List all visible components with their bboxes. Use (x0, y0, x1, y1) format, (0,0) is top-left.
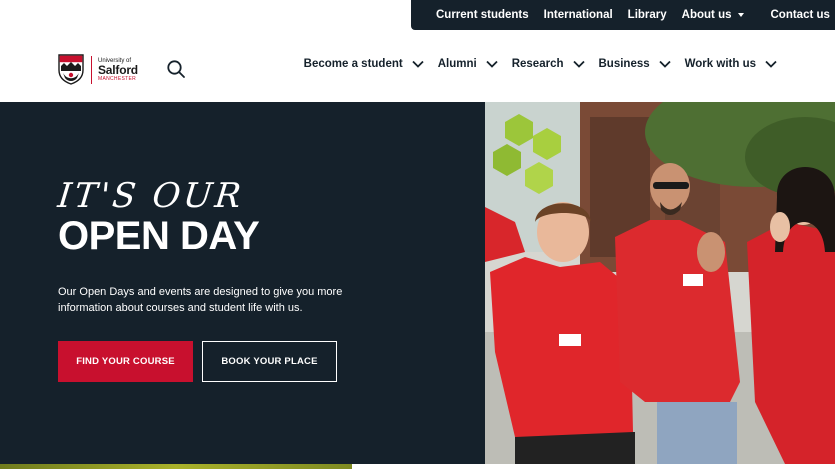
students-photo-illustration (485, 102, 835, 464)
nav-item-label: Alumni (437, 58, 477, 70)
nav-item-alumni[interactable]: Alumni (438, 58, 498, 70)
main-nav: Become a student Alumni Research Busines… (304, 58, 777, 70)
hero-script-heading: IT'S OUR (55, 176, 246, 216)
utility-link-about-us-label: About us (681, 9, 732, 21)
chevron-down-icon (412, 60, 424, 68)
utility-nav: Current students International Library A… (411, 0, 835, 30)
nav-item-business[interactable]: Business (599, 58, 671, 70)
hero-photo (485, 102, 835, 464)
utility-link-library[interactable]: Library (628, 9, 667, 21)
chevron-down-icon (765, 60, 777, 68)
nav-item-label: Work with us (684, 58, 756, 70)
hero-panel (0, 102, 485, 464)
logo-divider (91, 55, 92, 84)
next-section-image (0, 464, 352, 469)
university-logo[interactable]: University of Salford MANCHESTER (58, 54, 138, 85)
hero-title: OPEN DAY (58, 214, 260, 258)
book-your-place-button[interactable]: BOOK YOUR PLACE (202, 341, 337, 382)
hero-description: Our Open Days and events are designed to… (58, 286, 343, 314)
chevron-down-icon (486, 60, 498, 68)
utility-link-current-students[interactable]: Current students (436, 9, 529, 21)
nav-item-label: Research (511, 58, 564, 70)
chevron-down-icon (572, 60, 585, 68)
utility-link-about-us[interactable]: About us (682, 9, 744, 21)
nav-item-research[interactable]: Research (512, 58, 585, 70)
chevron-down-icon (659, 60, 671, 68)
nav-item-work-with-us[interactable]: Work with us (685, 58, 777, 70)
nav-item-label: Become a student (303, 58, 403, 70)
utility-link-international[interactable]: International (544, 9, 613, 21)
search-icon[interactable] (166, 59, 186, 79)
logo-wordmark: University of Salford MANCHESTER (98, 58, 138, 82)
caret-down-icon (737, 13, 744, 17)
logo-name: Salford (98, 62, 138, 77)
logo-sub-text: MANCHESTER (98, 75, 137, 82)
crest-icon (58, 54, 84, 85)
site-header: University of Salford MANCHESTER Become … (0, 30, 835, 102)
utility-link-contact-us[interactable]: Contact us (771, 9, 830, 21)
lanyard-badge (559, 334, 581, 346)
nav-item-label: Business (598, 58, 650, 70)
nav-item-become-a-student[interactable]: Become a student (304, 58, 424, 70)
find-your-course-button[interactable]: FIND YOUR COURSE (58, 341, 193, 382)
next-section-strip (0, 464, 835, 469)
